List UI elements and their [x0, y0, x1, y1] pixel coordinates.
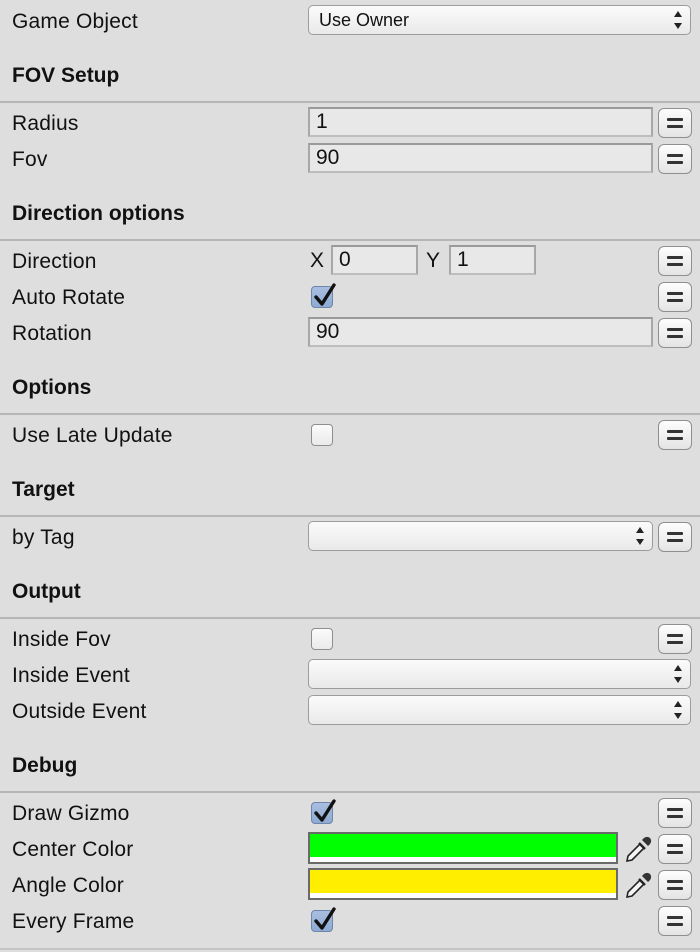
use-late-update-row: Use Late Update — [0, 418, 700, 454]
angle-color-swatch — [310, 870, 616, 893]
direction-y-field[interactable]: 1 — [449, 245, 536, 275]
auto-rotate-checkbox[interactable] — [311, 283, 336, 308]
every-frame-label: Every Frame — [12, 910, 135, 933]
eyedropper-icon[interactable] — [622, 870, 654, 900]
auto-rotate-row: Auto Rotate — [0, 280, 700, 316]
equals-icon[interactable] — [658, 834, 692, 864]
fov-label: Fov — [12, 148, 48, 171]
inside-fov-checkbox[interactable] — [311, 628, 333, 650]
rotation-label: Rotation — [12, 322, 92, 345]
inside-event-label: Inside Event — [12, 664, 130, 687]
radius-field[interactable]: 1 — [308, 107, 653, 137]
inside-fov-row: Inside Fov — [0, 622, 700, 658]
draw-gizmo-label: Draw Gizmo — [12, 802, 130, 825]
target-header: Target — [12, 478, 75, 501]
section-divider — [0, 239, 700, 241]
section-divider — [0, 101, 700, 103]
direction-label: Direction — [12, 250, 97, 273]
outside-event-dropdown[interactable] — [308, 695, 691, 725]
every-frame-checkbox[interactable] — [311, 907, 336, 932]
center-color-label: Center Color — [12, 838, 134, 861]
section-divider — [0, 413, 700, 415]
debug-header: Debug — [12, 754, 78, 777]
angle-color-label: Angle Color — [12, 874, 124, 897]
outside-event-row: Outside Event — [0, 694, 700, 730]
fov-row: Fov 90 — [0, 142, 700, 178]
radius-row: Radius 1 — [0, 106, 700, 142]
updown-arrows-icon — [674, 665, 682, 683]
use-late-update-checkbox[interactable] — [311, 424, 333, 446]
checkmark-icon — [314, 799, 336, 822]
updown-arrows-icon — [636, 527, 644, 545]
output-header: Output — [12, 580, 81, 603]
draw-gizmo-row: Draw Gizmo — [0, 796, 700, 832]
by-tag-row: by Tag — [0, 520, 700, 556]
direction-x-label: X — [310, 249, 325, 272]
rotation-row: Rotation 90 — [0, 316, 700, 352]
by-tag-label: by Tag — [12, 526, 75, 549]
rotation-field[interactable]: 90 — [308, 317, 653, 347]
radius-label: Radius — [12, 112, 79, 135]
equals-icon[interactable] — [658, 870, 692, 900]
updown-arrows-icon — [674, 11, 682, 29]
equals-icon[interactable] — [658, 906, 692, 936]
updown-arrows-icon — [674, 701, 682, 719]
use-late-update-label: Use Late Update — [12, 424, 173, 447]
fov-field[interactable]: 90 — [308, 143, 653, 173]
draw-gizmo-checkbox[interactable] — [311, 799, 336, 824]
checkmark-icon — [314, 283, 336, 306]
section-divider — [0, 515, 700, 517]
angle-color-field[interactable] — [308, 868, 618, 900]
section-divider — [0, 791, 700, 793]
direction-y-label: Y — [426, 249, 441, 272]
equals-icon[interactable] — [658, 282, 692, 312]
outside-event-label: Outside Event — [12, 700, 147, 723]
inside-fov-label: Inside Fov — [12, 628, 111, 651]
game-object-dropdown[interactable]: Use Owner — [308, 5, 691, 35]
equals-icon[interactable] — [658, 420, 692, 450]
equals-icon[interactable] — [658, 108, 692, 138]
auto-rotate-label: Auto Rotate — [12, 286, 126, 309]
eyedropper-icon[interactable] — [622, 834, 654, 864]
section-divider — [0, 617, 700, 619]
direction-x-field[interactable]: 0 — [331, 245, 418, 275]
direction-row: Direction X 0 Y 1 — [0, 244, 700, 280]
equals-icon[interactable] — [658, 522, 692, 552]
equals-icon[interactable] — [658, 318, 692, 348]
game-object-value: Use Owner — [319, 10, 410, 30]
equals-icon[interactable] — [658, 624, 692, 654]
by-tag-dropdown[interactable] — [308, 521, 653, 551]
equals-icon[interactable] — [658, 144, 692, 174]
options-header: Options — [12, 376, 92, 399]
equals-icon[interactable] — [658, 798, 692, 828]
game-object-row: Game Object Use Owner — [0, 4, 700, 40]
inside-event-row: Inside Event — [0, 658, 700, 694]
inside-event-dropdown[interactable] — [308, 659, 691, 689]
center-color-row: Center Color — [0, 832, 700, 868]
fov-setup-header: FOV Setup — [12, 64, 120, 87]
center-color-swatch — [310, 834, 616, 857]
equals-icon[interactable] — [658, 246, 692, 276]
angle-color-row: Angle Color — [0, 868, 700, 904]
checkmark-icon — [314, 907, 336, 930]
game-object-label: Game Object — [12, 10, 138, 33]
direction-options-header: Direction options — [12, 202, 185, 225]
bottom-divider — [0, 948, 700, 950]
every-frame-row: Every Frame — [0, 904, 700, 940]
center-color-field[interactable] — [308, 832, 618, 864]
